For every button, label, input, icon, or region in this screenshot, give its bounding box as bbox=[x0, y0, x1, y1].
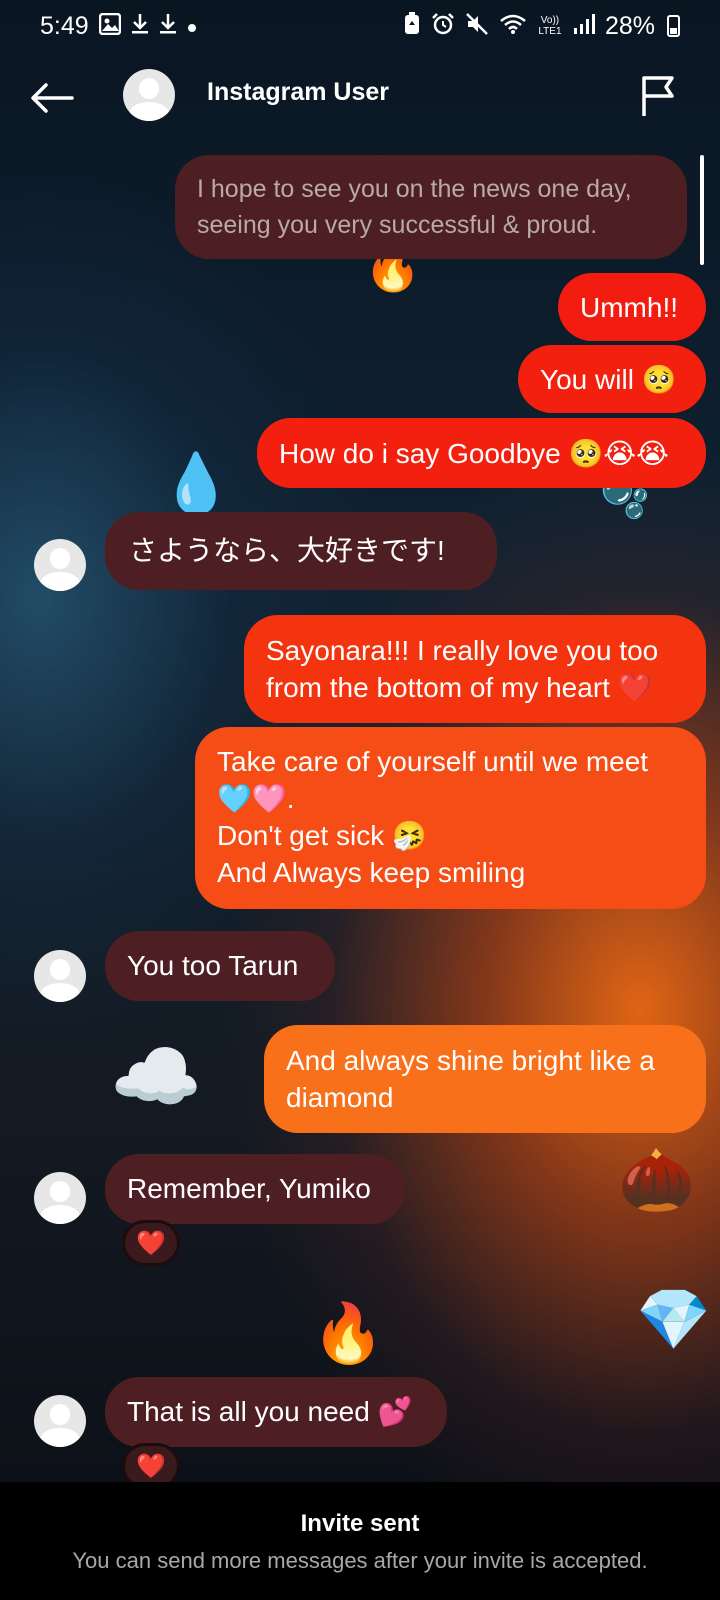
download-icon bbox=[159, 13, 177, 39]
nut-sticker: 🌰 bbox=[618, 1146, 696, 1215]
message-bubble[interactable]: You will 🥺 bbox=[518, 345, 706, 413]
message-bubble[interactable]: That is all you need 💕 bbox=[105, 1377, 447, 1447]
reaction-badge[interactable]: ❤️ bbox=[122, 1220, 180, 1266]
sender-avatar[interactable] bbox=[34, 1395, 86, 1447]
wifi-icon bbox=[499, 13, 527, 39]
battery-saver-icon bbox=[403, 12, 421, 40]
message-bubble[interactable]: I hope to see you on the news one day, s… bbox=[175, 155, 687, 259]
status-right: Vo)) LTE1 28% bbox=[403, 12, 680, 41]
report-button[interactable] bbox=[636, 74, 684, 122]
invite-footer: Invite sent You can send more messages a… bbox=[0, 1482, 720, 1600]
volte-icon: Vo)) LTE1 bbox=[538, 15, 562, 37]
message-bubble[interactable]: You too Tarun bbox=[105, 931, 335, 1001]
status-time: 5:49 bbox=[40, 11, 89, 40]
flag-icon bbox=[642, 76, 674, 116]
message-bubble[interactable]: Remember, Yumiko bbox=[105, 1154, 405, 1224]
invite-status-title: Invite sent bbox=[300, 1510, 420, 1537]
message-bubble[interactable]: さようなら、大好きです! bbox=[105, 512, 497, 590]
message-bubble[interactable]: How do i say Goodbye 🥺😭😭 bbox=[257, 418, 706, 488]
message-bubble[interactable]: Sayonara!!! I really love you too from t… bbox=[244, 615, 706, 723]
battery-icon bbox=[667, 15, 680, 37]
invite-status-subtitle: You can send more messages after your in… bbox=[72, 1548, 648, 1573]
signal-icon bbox=[573, 13, 595, 39]
status-left: 5:49 bbox=[40, 12, 197, 41]
water-sticker: 💧 bbox=[160, 451, 233, 516]
message-bubble[interactable]: Ummh!! bbox=[558, 273, 706, 341]
diamond-message[interactable]: 💎 bbox=[636, 1290, 711, 1350]
dot-icon bbox=[187, 15, 197, 37]
message-bubble[interactable]: Take care of yourself until we meet 🩵🩷. … bbox=[195, 727, 706, 909]
fire-sticker: 🔥 bbox=[312, 1301, 385, 1366]
status-bar: 5:49 Vo)) LTE1 28% bbox=[0, 0, 720, 52]
scrollbar[interactable] bbox=[700, 155, 704, 265]
back-arrow-icon bbox=[31, 83, 74, 113]
mute-icon bbox=[465, 12, 489, 40]
download-icon bbox=[131, 13, 149, 39]
header-avatar[interactable] bbox=[123, 69, 175, 121]
battery-percent: 28% bbox=[604, 11, 655, 40]
heart-icon: ❤️ bbox=[136, 1452, 166, 1480]
sender-avatar[interactable] bbox=[34, 539, 86, 591]
message-bubble[interactable]: And always shine bright like a diamond bbox=[264, 1025, 706, 1133]
header-title[interactable]: Instagram User bbox=[207, 78, 389, 107]
heart-icon: ❤️ bbox=[136, 1229, 166, 1257]
image-icon bbox=[98, 12, 121, 39]
alarm-icon bbox=[431, 12, 455, 40]
chat-header: Instagram User bbox=[0, 56, 720, 138]
back-button[interactable] bbox=[28, 74, 76, 122]
cloud-sticker: ☁️ bbox=[110, 1035, 203, 1118]
sender-avatar[interactable] bbox=[34, 950, 86, 1002]
sender-avatar[interactable] bbox=[34, 1172, 86, 1224]
